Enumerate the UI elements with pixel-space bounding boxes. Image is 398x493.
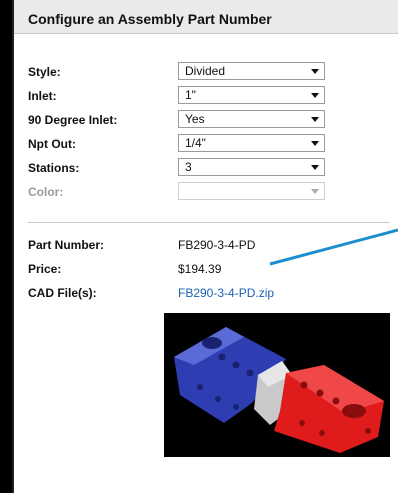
color-label: Color: bbox=[28, 185, 64, 199]
section-divider bbox=[28, 222, 390, 223]
page-title: Configure an Assembly Part Number bbox=[28, 11, 272, 27]
chevron-down-icon bbox=[311, 141, 319, 146]
port-hole bbox=[299, 420, 305, 426]
stations-value: 3 bbox=[185, 160, 192, 174]
port-hole bbox=[300, 381, 308, 389]
part-number-value: FB290-3-4-PD bbox=[178, 238, 256, 252]
inlet-value: 1" bbox=[185, 88, 196, 102]
cad-file-link[interactable]: FB290-3-4-PD.zip bbox=[178, 286, 274, 300]
chevron-down-icon bbox=[311, 117, 319, 122]
inlet-label: Inlet: bbox=[28, 89, 57, 103]
npt-out-row: Npt Out: 1/4" bbox=[28, 134, 388, 154]
manifold-block-image bbox=[164, 313, 390, 457]
chevron-down-icon bbox=[311, 69, 319, 74]
chevron-down-icon bbox=[311, 93, 319, 98]
port-hole bbox=[319, 430, 325, 436]
port-hole bbox=[202, 337, 222, 349]
color-select bbox=[178, 182, 325, 200]
npt-out-label: Npt Out: bbox=[28, 137, 76, 151]
stations-select[interactable]: 3 bbox=[178, 158, 325, 176]
npt-out-select[interactable]: 1/4" bbox=[178, 134, 325, 152]
port-hole bbox=[246, 369, 254, 377]
port-hole bbox=[218, 353, 226, 361]
stations-row: Stations: 3 bbox=[28, 158, 388, 178]
inlet-row: Inlet: 1" bbox=[28, 86, 388, 106]
port-hole bbox=[197, 384, 203, 390]
chevron-down-icon bbox=[311, 189, 319, 194]
port-hole bbox=[232, 361, 240, 369]
price-value: $194.39 bbox=[178, 262, 222, 276]
port-hole bbox=[365, 428, 371, 434]
panel-header: Configure an Assembly Part Number bbox=[14, 0, 398, 34]
degree-inlet-row: 90 Degree Inlet: Yes bbox=[28, 110, 388, 130]
inlet-select[interactable]: 1" bbox=[178, 86, 325, 104]
port-hole bbox=[332, 397, 340, 405]
configurator-panel: Configure an Assembly Part Number Style:… bbox=[12, 0, 398, 493]
stations-label: Stations: bbox=[28, 161, 80, 175]
chevron-down-icon bbox=[311, 165, 319, 170]
npt-out-value: 1/4" bbox=[185, 136, 206, 150]
style-value: Divided bbox=[185, 64, 226, 78]
port-hole bbox=[233, 404, 239, 410]
degree-inlet-value: Yes bbox=[185, 112, 205, 126]
price-label: Price: bbox=[28, 262, 62, 276]
port-hole bbox=[215, 396, 221, 402]
style-select[interactable]: Divided bbox=[178, 62, 325, 80]
style-row: Style: Divided bbox=[28, 62, 388, 82]
degree-inlet-label: 90 Degree Inlet: bbox=[28, 113, 118, 127]
port-hole bbox=[342, 404, 366, 418]
cad-files-label: CAD File(s): bbox=[28, 286, 97, 300]
degree-inlet-select[interactable]: Yes bbox=[178, 110, 325, 128]
port-hole bbox=[316, 389, 324, 397]
part-number-label: Part Number: bbox=[28, 238, 105, 252]
manifold-render bbox=[174, 327, 384, 453]
color-row: Color: bbox=[28, 182, 388, 202]
style-label: Style: bbox=[28, 65, 61, 79]
